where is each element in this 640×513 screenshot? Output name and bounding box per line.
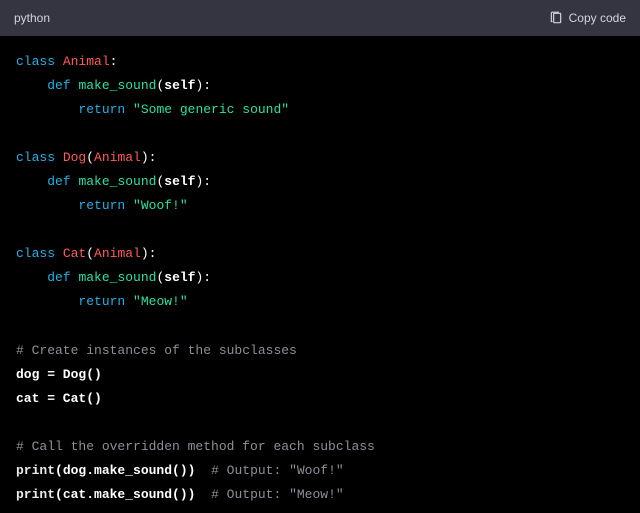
classname-animal: Animal — [94, 150, 141, 165]
var-dog: dog — [16, 367, 39, 382]
indent — [16, 198, 78, 213]
copy-code-button[interactable]: Copy code — [549, 11, 626, 25]
lparen: ( — [86, 150, 94, 165]
colon: : — [149, 246, 157, 261]
keyword-return: return — [78, 102, 125, 117]
colon: : — [149, 150, 157, 165]
arg-self: self — [164, 78, 195, 93]
indent — [16, 78, 47, 93]
code-content[interactable]: class Animal: def make_sound ( self): retu… — [0, 36, 640, 513]
arg-self: self — [164, 270, 195, 285]
keyword-def: def — [47, 78, 70, 93]
comment-woof: # Output: "Woof!" — [211, 463, 344, 478]
indent — [16, 294, 78, 309]
var-cat: cat — [16, 391, 39, 406]
lparen: ( — [86, 246, 94, 261]
assign-dog: = Dog() — [39, 367, 101, 382]
funcname-make-sound: make_sound — [78, 78, 156, 93]
clipboard-icon — [549, 11, 563, 25]
comment-call: # Call the overridden method for each su… — [16, 439, 375, 454]
colon: : — [203, 78, 211, 93]
call-cat: (cat.make_sound()) — [55, 487, 195, 502]
keyword-def: def — [47, 174, 70, 189]
code-block: python Copy code class Animal: def make_… — [0, 0, 640, 513]
classname-animal: Animal — [94, 246, 141, 261]
classname-dog: Dog — [63, 150, 86, 165]
colon: : — [203, 270, 211, 285]
spacer — [195, 463, 211, 478]
call-dog: (dog.make_sound()) — [55, 463, 195, 478]
funcname-make-sound: make_sound — [78, 270, 156, 285]
rparen: ) — [141, 150, 149, 165]
keyword-class: class — [16, 54, 55, 69]
language-label: python — [14, 11, 50, 25]
classname-animal: Animal — [63, 54, 110, 69]
comment-meow: # Output: "Meow!" — [211, 487, 344, 502]
keyword-return: return — [78, 198, 125, 213]
colon: : — [110, 54, 118, 69]
indent — [16, 174, 47, 189]
rparen: ) — [141, 246, 149, 261]
keyword-return: return — [78, 294, 125, 309]
code-header: python Copy code — [0, 0, 640, 36]
arg-self: self — [164, 174, 195, 189]
funcname-make-sound: make_sound — [78, 174, 156, 189]
keyword-class: class — [16, 246, 55, 261]
string-generic: "Some generic sound" — [133, 102, 289, 117]
keyword-def: def — [47, 270, 70, 285]
keyword-class: class — [16, 150, 55, 165]
indent — [16, 102, 78, 117]
string-meow: "Meow!" — [133, 294, 188, 309]
spacer — [195, 487, 211, 502]
comment-instances: # Create instances of the subclasses — [16, 343, 297, 358]
builtin-print: print — [16, 463, 55, 478]
string-woof: "Woof!" — [133, 198, 188, 213]
colon: : — [203, 174, 211, 189]
classname-cat: Cat — [63, 246, 86, 261]
copy-code-label: Copy code — [569, 11, 626, 25]
assign-cat: = Cat() — [39, 391, 101, 406]
indent — [16, 270, 47, 285]
builtin-print: print — [16, 487, 55, 502]
